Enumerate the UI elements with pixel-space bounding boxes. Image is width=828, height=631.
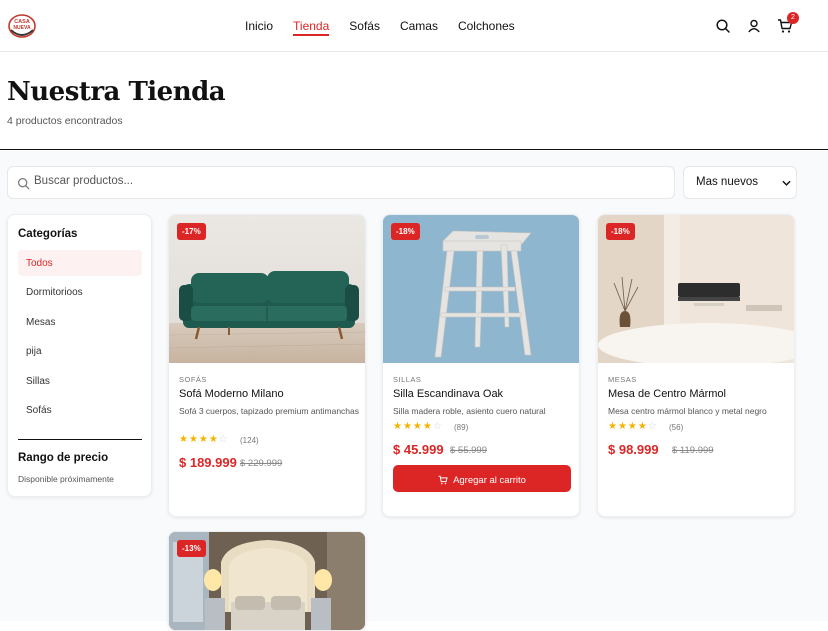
price-range-heading: Rango de precio bbox=[18, 452, 109, 464]
add-to-cart-button[interactable]: Agregar al carrito bbox=[393, 465, 571, 492]
discount-badge: -17% bbox=[177, 223, 206, 240]
product-category: MESAS bbox=[608, 375, 637, 384]
user-icon[interactable] bbox=[746, 18, 762, 34]
nav-inicio[interactable]: Inicio bbox=[245, 0, 273, 52]
category-todos[interactable]: Todos bbox=[18, 250, 142, 276]
product-category: SILLAS bbox=[393, 375, 422, 384]
filters-sidebar: Categorías Todos Dormitorioos Mesas pija… bbox=[7, 214, 152, 497]
search-icon[interactable] bbox=[715, 18, 731, 34]
cart-icon bbox=[438, 475, 448, 485]
category-dormitorios[interactable]: Dormitorioos bbox=[18, 279, 142, 305]
product-card[interactable]: -18% SILLAS Silla Escandinava Oak Silla … bbox=[382, 214, 580, 517]
review-count: (89) bbox=[454, 423, 469, 432]
product-card[interactable]: -13% bbox=[168, 531, 366, 631]
nav-tienda[interactable]: Tienda bbox=[293, 0, 330, 52]
rating-stars: ★★★★☆ bbox=[179, 434, 229, 445]
product-description: Silla madera roble, asiento cuero natura… bbox=[393, 406, 546, 416]
product-card[interactable]: -18% MESAS Mesa de Centro Mármol Mesa ce… bbox=[597, 214, 795, 517]
discount-badge: -13% bbox=[177, 540, 206, 557]
review-count: (124) bbox=[240, 436, 259, 445]
product-card[interactable]: -17% SOFÁS Sofá Moderno Milano Sofá 3 cu… bbox=[168, 214, 366, 517]
discount-badge: -18% bbox=[606, 223, 635, 240]
category-sofas[interactable]: Sofás bbox=[18, 397, 142, 423]
product-name[interactable]: Silla Escandinava Oak bbox=[393, 388, 503, 400]
search-icon bbox=[18, 178, 30, 190]
price-range-note: Disponible próximamente bbox=[18, 474, 114, 484]
product-old-price: $ 229.999 bbox=[240, 458, 283, 469]
categories-heading: Categorías bbox=[18, 228, 78, 240]
logo[interactable]: CASA NUEVA bbox=[7, 12, 37, 38]
main-nav: Inicio Tienda Sofás Camas Colchones bbox=[245, 0, 535, 52]
sort-select[interactable]: Mas nuevos bbox=[683, 166, 797, 199]
cart-count-badge: 2 bbox=[787, 12, 799, 24]
category-mesas[interactable]: Mesas bbox=[18, 309, 142, 335]
search-bar bbox=[7, 166, 675, 199]
product-price: $ 45.999 bbox=[393, 442, 444, 457]
search-input[interactable] bbox=[34, 175, 634, 187]
page-header: Nuestra Tienda 4 productos encontrados bbox=[0, 53, 828, 150]
product-price: $ 189.999 bbox=[179, 455, 237, 470]
page-title: Nuestra Tienda bbox=[7, 77, 226, 107]
nav-colchones[interactable]: Colchones bbox=[458, 0, 515, 52]
product-name[interactable]: Sofá Moderno Milano bbox=[179, 388, 284, 400]
discount-badge: -18% bbox=[391, 223, 420, 240]
divider bbox=[18, 439, 142, 440]
review-count: (56) bbox=[669, 423, 684, 432]
nav-camas[interactable]: Camas bbox=[400, 0, 438, 52]
chevron-down-icon bbox=[782, 180, 791, 186]
nav-sofas[interactable]: Sofás bbox=[349, 0, 380, 52]
product-description: Mesa centro mármol blanco y metal negro bbox=[608, 406, 767, 416]
product-old-price: $ 119.999 bbox=[672, 445, 714, 456]
svg-text:NUEVA: NUEVA bbox=[13, 25, 31, 31]
product-description: Sofá 3 cuerpos, tapizado premium antiman… bbox=[179, 406, 360, 416]
rating-stars: ★★★★☆ bbox=[393, 421, 443, 432]
product-category: SOFÁS bbox=[179, 375, 207, 384]
product-old-price: $ 55.999 bbox=[450, 445, 487, 456]
site-header: CASA NUEVA Inicio Tienda Sofás Camas Col… bbox=[0, 0, 828, 52]
rating-stars: ★★★★☆ bbox=[608, 421, 658, 432]
add-to-cart-label: Agregar al carrito bbox=[453, 475, 526, 486]
product-count: 4 productos encontrados bbox=[7, 115, 123, 127]
sort-selected-value: Mas nuevos bbox=[696, 176, 759, 188]
category-pija[interactable]: pija bbox=[18, 338, 142, 364]
product-name[interactable]: Mesa de Centro Mármol bbox=[608, 388, 726, 400]
product-price: $ 98.999 bbox=[608, 442, 659, 457]
category-sillas[interactable]: Sillas bbox=[18, 368, 142, 394]
shop-main: Mas nuevos Categorías Todos Dormitorioos… bbox=[0, 151, 828, 631]
